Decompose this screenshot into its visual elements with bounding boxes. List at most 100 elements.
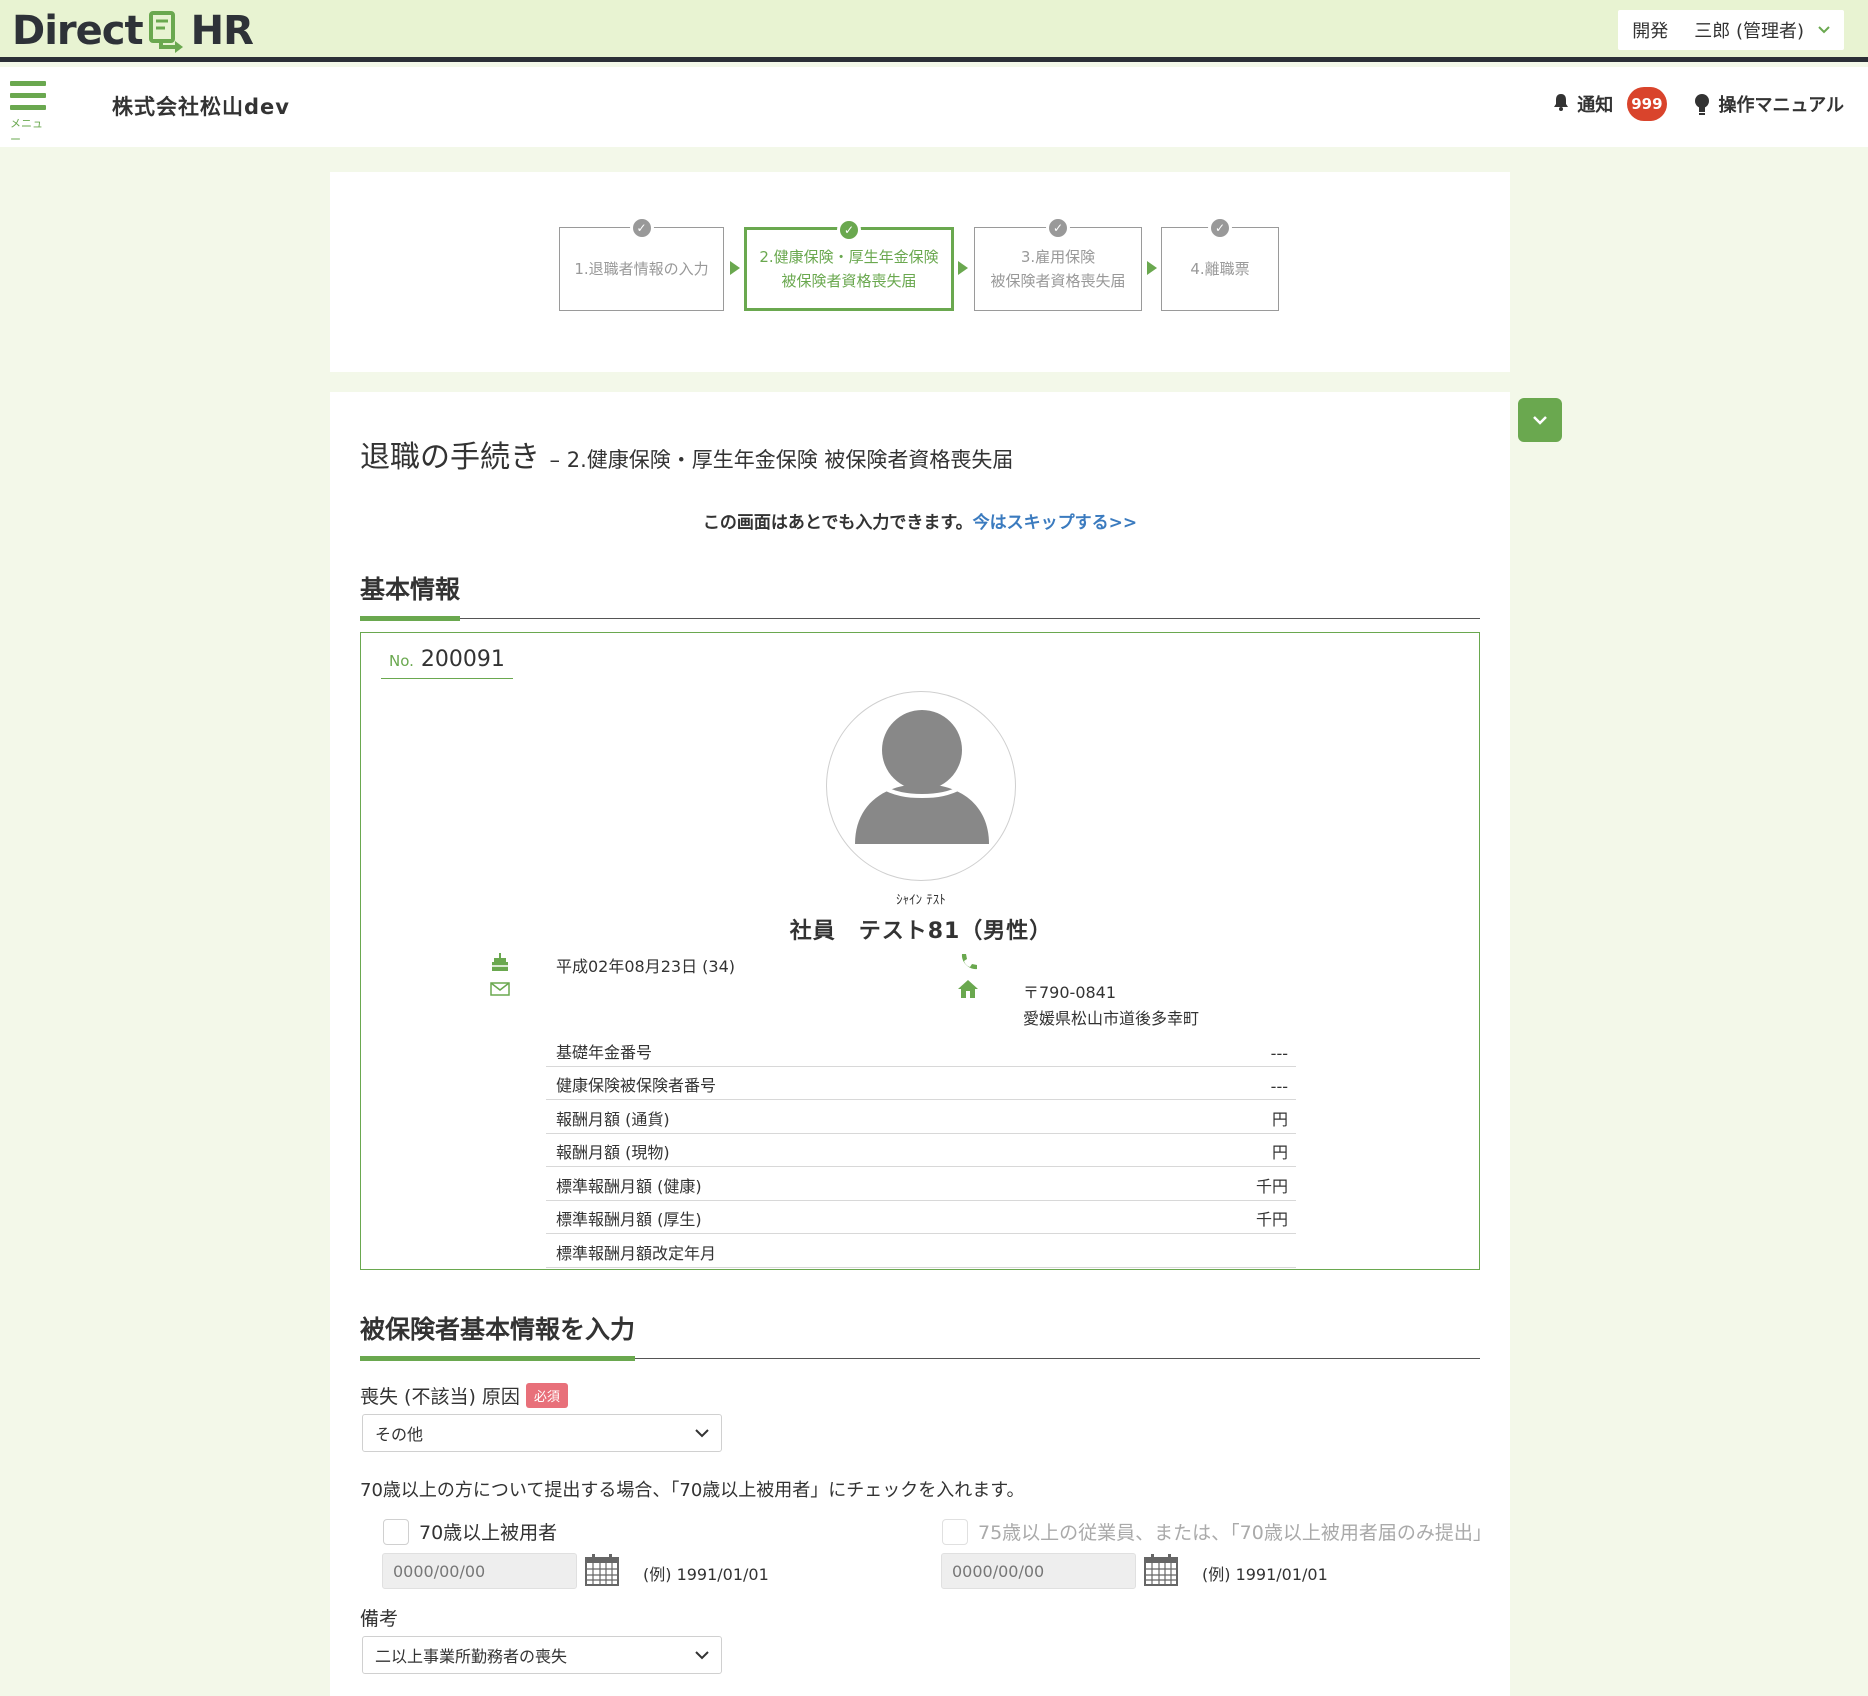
info-label: 報酬月額 (現物) [556,1143,670,1162]
name-kana: ｼｬｲﾝ ﾃｽﾄ [896,893,946,908]
info-row: 標準報酬月額 (厚生) 千円 [546,1201,1296,1234]
info-value: --- [1270,1077,1288,1096]
info-value: 円 [1271,1109,1288,1129]
step-2-active[interactable]: ✓ 2.健康保険・厚生年金保険 被保険者資格喪失届 [744,218,954,311]
step-label: 被保険者資格喪失届 [781,272,917,290]
step-3[interactable]: ✓ 3.雇用保険 被保険者資格喪失届 [974,216,1142,311]
check-icon: ✓ [1208,216,1232,240]
info-label: 標準報酬月額 (厚生) [556,1210,702,1229]
step-arrow-icon [958,261,968,275]
info-label: 標準報酬月額 (健康) [556,1176,702,1196]
mail-icon [490,982,510,996]
employee-card: No. 200091 ｼｬｲﾝ ﾃｽﾄ 社員 テスト81（男性） 平成02年08… [360,632,1480,1270]
user-silhouette-icon [855,710,989,844]
manual-link[interactable]: 操作マニュアル [1719,91,1844,117]
age-75-checkbox[interactable]: 75歳以上の従業員、または、「70歳以上被用者届のみ提出」 [942,1518,1492,1545]
menu-label: メニュー [10,117,43,146]
user-menu[interactable]: 開発 三郎 (管理者) [1618,10,1844,50]
info-table: 基礎年金番号 --- 健康保険被保険者番号 --- 報酬月額 (通貨) 円 報酬月額 … [546,1033,1296,1268]
step-label: 3.雇用保険 [1020,248,1096,266]
loss-reason-label: 喪失 (不該当) 原因 必須 [360,1382,568,1409]
step-4[interactable]: ✓ 4.離職票 [1161,216,1279,311]
logo-text-direct: Direct [12,8,144,54]
app-logo[interactable]: Direct HR [12,8,254,54]
address: 愛媛県松山市道後多幸町 [1023,1009,1200,1028]
date-input-75[interactable]: 0000/00/00 [941,1553,1136,1589]
check-icon: ✓ [629,216,654,240]
birthday-cake-icon [492,953,508,971]
date-example: (例) 1991/01/01 [643,1565,769,1584]
info-row: 標準報酬月額 (健康) 千円 [546,1167,1296,1201]
notice-link[interactable]: 通知 [1577,91,1613,117]
address-block: 〒790-0841 愛媛県松山市道後多幸町 [1023,980,1199,1032]
calendar-icon[interactable] [1143,1553,1179,1587]
lightbulb-icon [1694,94,1709,115]
info-row: 報酬月額 (通貨) 円 [546,1100,1296,1134]
checkbox-box[interactable] [383,1518,409,1545]
page-title-main: 退職の手続き [360,440,540,475]
section-title: 被保険者基本情報を入力 [360,1310,636,1361]
home-icon [958,980,978,998]
info-row: 報酬月額 (現物) 円 [546,1134,1296,1167]
loss-reason-select[interactable]: その他 [362,1414,722,1452]
info-row: 健康保険被保険者番号 --- [546,1067,1296,1100]
company-name: 株式会社松山dev [112,95,290,119]
step-arrow-icon [1147,261,1157,275]
remarks-select[interactable]: 二以上事業所勤務者の喪失 [362,1636,722,1674]
no-label: No. [389,652,414,670]
info-value: 円 [1271,1143,1288,1162]
skip-link[interactable]: 今はスキップする>> [973,513,1138,533]
section-basic-info: 基本情報 [360,570,1480,621]
checkbox-box[interactable] [942,1518,968,1545]
info-value: 千円 [1255,1210,1288,1229]
chevron-down-icon [1818,22,1830,38]
page-title: 退職の手続き – 2.健康保険・厚生年金保険 被保険者資格喪失届 [360,432,1013,476]
birthday: 平成02年08月23日 (34) [556,957,736,976]
page-title-sub: – 2.健康保険・厚生年金保険 被保険者資格喪失届 [549,448,1014,472]
avatar [826,691,1016,881]
chevron-down-icon [695,1650,709,1659]
age-75-label: 75歳以上の従業員、または、「70歳以上被用者届のみ提出」 [978,1522,1492,1544]
info-value: --- [1270,1043,1288,1063]
calendar-icon[interactable] [584,1553,620,1587]
phone-icon [961,954,977,970]
employee-number-value: 200091 [420,647,505,672]
info-label: 基礎年金番号 [556,1042,653,1062]
user-name: 三郎 (管理者) [1694,21,1804,42]
loss-reason-text: 喪失 (不該当) 原因 [360,1386,520,1408]
hamburger-icon [10,81,46,86]
date-placeholder: 0000/00/00 [952,1561,1045,1581]
step-arrow-icon [730,261,740,275]
section-title: 基本情報 [360,570,461,621]
age-70-label: 70歳以上被用者 [419,1522,558,1544]
info-row: 基礎年金番号 --- [546,1033,1296,1067]
step-label: 1.退職者情報の入力 [574,260,709,278]
steps-panel: ✓ 1.退職者情報の入力 ✓ 2.健康保険・厚生年金保険 被保険者資格喪失届 ✓… [330,172,1510,372]
info-label: 健康保険被保険者番号 [556,1076,717,1095]
info-label: 報酬月額 (通貨) [556,1109,670,1129]
skip-text: この画面はあとでも入力できます。 [702,513,973,533]
remarks-label: 備考 [360,1608,399,1630]
notice-count-badge: 999 [1627,87,1667,121]
collapse-button[interactable] [1518,398,1562,442]
logo-doc-icon [148,11,183,53]
menu-button[interactable]: メニュー [10,81,50,146]
bell-icon[interactable] [1553,93,1569,116]
loss-reason-value: その他 [375,1425,424,1444]
step-1[interactable]: ✓ 1.退職者情報の入力 [559,216,724,311]
age-70-checkbox[interactable]: 70歳以上被用者 [383,1518,557,1545]
date-input-70[interactable]: 0000/00/00 [382,1553,577,1589]
required-badge: 必須 [525,1383,568,1408]
employee-name: 社員 テスト81（男性） [789,919,1053,944]
check-icon: ✓ [1046,216,1070,240]
chevron-down-icon [695,1428,709,1437]
check-icon: ✓ [837,218,861,242]
info-value: 千円 [1255,1176,1288,1196]
info-label: 標準報酬月額改定年月 [556,1243,717,1263]
date-example: (例) 1991/01/01 [1202,1565,1328,1584]
age-70-note: 70歳以上の方について提出する場合、「70歳以上被用者」にチェックを入れます。 [360,1480,1025,1501]
skip-notice: この画面はあとでも入力できます。今はスキップする>> [360,508,1480,533]
remarks-value: 二以上事業所勤務者の喪失 [375,1647,568,1666]
postal-code: 〒790-0841 [1023,983,1117,1002]
info-row: 標準報酬月額改定年月 [546,1234,1296,1268]
